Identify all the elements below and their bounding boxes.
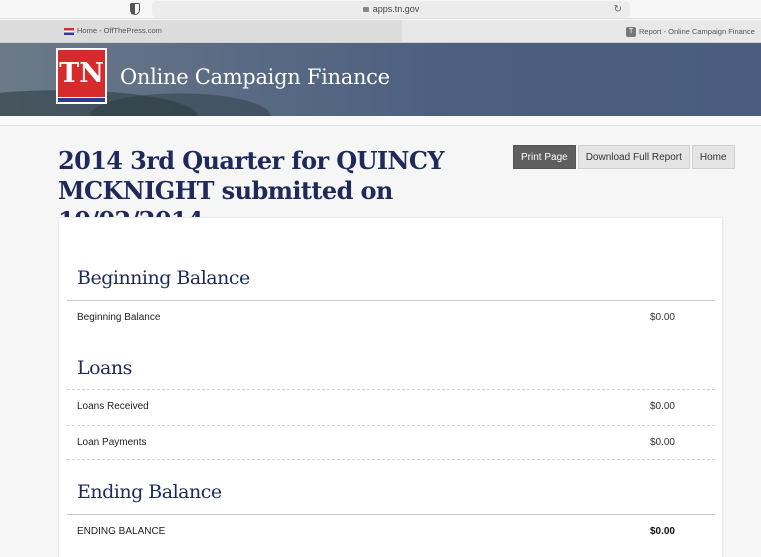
report-card: Beginning Balance Beginning Balance $0.0…	[58, 217, 723, 557]
site-title[interactable]: Online Campaign Finance	[120, 65, 390, 89]
logo-text: TN	[59, 58, 104, 89]
tab-report[interactable]: T Report - Online Campaign Finance	[626, 23, 755, 41]
ending-balance-value: $0.00	[649, 526, 675, 537]
url-text: apps.tn.gov	[372, 4, 420, 14]
site-header: TN Online Campaign Finance	[0, 43, 761, 116]
download-full-report-button[interactable]: Download Full Report	[577, 145, 690, 169]
tab-label: Report - Online Campaign Finance	[639, 27, 755, 36]
action-buttons: Print Page Download Full Report Home	[513, 145, 737, 169]
tab-bar: Home - OffThePress.com T Report - Online …	[0, 20, 761, 43]
loans-received-value: $0.00	[649, 401, 675, 412]
print-page-button[interactable]: Print Page	[513, 145, 576, 169]
divider	[67, 514, 715, 515]
tab-offthepress[interactable]: Home - OffThePress.com	[0, 20, 402, 42]
reload-icon[interactable]: ↻	[614, 1, 622, 18]
ending-balance-heading: Ending Balance	[77, 481, 222, 503]
loans-received-label: Loans Received	[77, 401, 149, 412]
t-favicon-icon: T	[626, 27, 636, 38]
tab-label: Home - OffThePress.com	[77, 26, 162, 35]
divider	[67, 300, 715, 301]
header-divider	[0, 116, 761, 126]
lock-icon	[362, 7, 369, 12]
divider	[67, 459, 715, 460]
beginning-balance-heading: Beginning Balance	[77, 267, 250, 289]
beginning-balance-label: Beginning Balance	[77, 312, 161, 323]
browser-toolbar: apps.tn.gov ↻	[0, 0, 761, 19]
loan-payments-label: Loan Payments	[77, 437, 147, 448]
flag-favicon-icon	[64, 27, 74, 35]
title-line-1: 2014 3rd Quarter for QUINCY	[58, 146, 445, 175]
loan-payments-value: $0.00	[649, 437, 675, 448]
ending-balance-label: ENDING BALANCE	[77, 526, 166, 537]
logo-stripe	[58, 97, 105, 102]
beginning-balance-value: $0.00	[649, 312, 675, 323]
tn-logo[interactable]: TN	[56, 48, 107, 104]
address-bar[interactable]: apps.tn.gov ↻	[152, 1, 630, 18]
divider	[67, 389, 715, 390]
loans-heading: Loans	[77, 357, 132, 379]
home-button[interactable]: Home	[691, 145, 735, 169]
shield-icon[interactable]	[130, 3, 140, 15]
divider	[67, 425, 715, 426]
